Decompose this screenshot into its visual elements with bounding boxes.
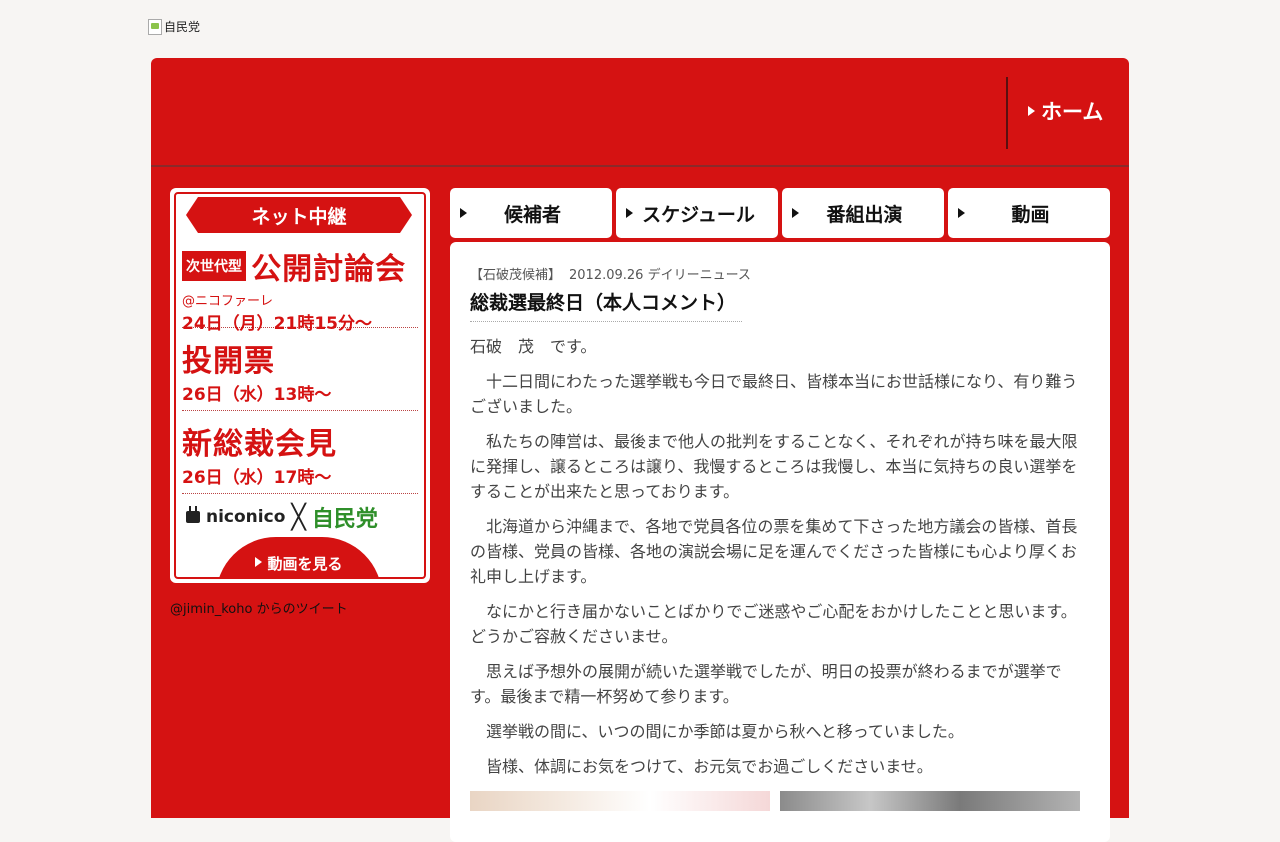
vote-time: 26日（水）13時～ <box>182 385 332 405</box>
article-paragraph: 北海道から沖縄まで、各地で党員各位の票を集めて下さった地方議会の皆様、首長の皆様… <box>470 517 1078 586</box>
tab-candidates[interactable]: 候補者 <box>450 188 612 238</box>
article-photos <box>470 791 1080 811</box>
cross-mark: ╳ <box>291 503 306 531</box>
watch-video-label: 動画を見る <box>267 555 343 573</box>
next-gen-tag: 次世代型 <box>182 251 246 281</box>
article-meta: 【石破茂候補】 2012.09.26 デイリーニュース <box>470 264 1084 283</box>
arrow-right-icon <box>958 208 965 218</box>
press-title: 新総裁会見 <box>182 427 337 462</box>
net-broadcast-banner[interactable]: ネット中継 次世代型 公開討論会 @ニコファーレ 24日（月）21時15分～ 投… <box>170 188 430 583</box>
arrow-right-icon <box>460 208 467 218</box>
article-category: 【石破茂候補】 <box>470 268 562 283</box>
vote-title: 投開票 <box>182 344 275 379</box>
tab-videos[interactable]: 動画 <box>948 188 1110 238</box>
article-paragraph: 十二日間にわたった選挙戦も今日で最終日、皆様本当にお世話様になり、有り難うござい… <box>470 372 1078 416</box>
article-title: 総裁選最終日（本人コメント） <box>470 288 743 322</box>
tab-programs[interactable]: 番組出演 <box>782 188 944 238</box>
arrow-right-icon <box>255 557 263 567</box>
arrow-right-icon <box>1028 106 1035 116</box>
tab-schedule[interactable]: スケジュール <box>616 188 778 238</box>
press-section: 新総裁会見 26日（水）17時～ <box>182 411 418 494</box>
niconico-tv-icon <box>186 511 200 523</box>
article-paragraph: なにかと行き届かないことばかりでご迷惑やご心配をおかけしたことと思います。どうか… <box>470 602 1077 646</box>
vote-section: 投開票 26日（水）13時～ <box>182 328 418 411</box>
arrow-right-icon <box>792 208 799 218</box>
partner-row: niconico ╳ 自民党 <box>186 502 412 532</box>
home-link-label: ホーム <box>1041 100 1104 124</box>
debate-title: 公開討論会 <box>251 252 407 287</box>
tab-label: 動画 <box>1011 203 1050 226</box>
header-divider <box>1006 77 1008 149</box>
debate-venue: @ニコファーレ <box>182 294 274 309</box>
debate-section: 次世代型 公開討論会 @ニコファーレ 24日（月）21時15分～ <box>182 244 418 334</box>
article-body: 石破 茂 です。 十二日間にわたった選挙戦も今日で最終日、皆様本当にお世話様にな… <box>470 334 1084 779</box>
press-time: 26日（水）17時～ <box>182 468 332 488</box>
article-photo[interactable] <box>780 791 1080 811</box>
article-signature: 石破 茂 です。 <box>470 337 597 356</box>
main-frame: ホーム ネット中継 次世代型 公開討論会 @ニコファーレ 24日（月）21時15… <box>151 58 1129 842</box>
banner-ribbon: ネット中継 <box>186 197 412 233</box>
article-card: 【石破茂候補】 2012.09.26 デイリーニュース 総裁選最終日（本人コメント… <box>450 242 1110 842</box>
tab-label: スケジュール <box>642 203 755 226</box>
article-paragraph: 皆様、体調にお気をつけて、お元気でお過ごしくださいませ。 <box>470 757 933 776</box>
tab-label: 候補者 <box>503 203 561 226</box>
article-paragraph: 思えば予想外の展開が続いた選挙戦でしたが、明日の投票が終わるまでが選挙です。最後… <box>470 662 1062 706</box>
jimin-logo-text: 自民党 <box>311 507 378 532</box>
watch-video-button[interactable]: 動画を見る <box>216 537 382 577</box>
home-link[interactable]: ホーム <box>1028 96 1103 126</box>
twitter-feed-label[interactable]: @jimin_koho からのツイート <box>170 598 348 617</box>
arrow-right-icon <box>626 208 633 218</box>
header-band: ホーム <box>151 58 1129 167</box>
niconico-logo-text: niconico <box>206 507 286 527</box>
article-date-source: 2012.09.26 デイリーニュース <box>569 268 751 283</box>
logo-alt-text: 自民党 <box>164 20 201 34</box>
article-paragraph: 私たちの陣営は、最後まで他人の批判をすることなく、それぞれが持ち味を最大限に発揮… <box>470 432 1078 501</box>
article-photo[interactable] <box>470 791 770 811</box>
banner-inner: ネット中継 次世代型 公開討論会 @ニコファーレ 24日（月）21時15分～ 投… <box>174 192 426 579</box>
broken-image-icon <box>148 18 162 35</box>
party-logo[interactable]: 自民党 <box>148 18 200 35</box>
article-paragraph: 選挙戦の間に、いつの間にか季節は夏から秋へと移っていました。 <box>470 722 964 741</box>
tab-label: 番組出演 <box>826 203 903 226</box>
